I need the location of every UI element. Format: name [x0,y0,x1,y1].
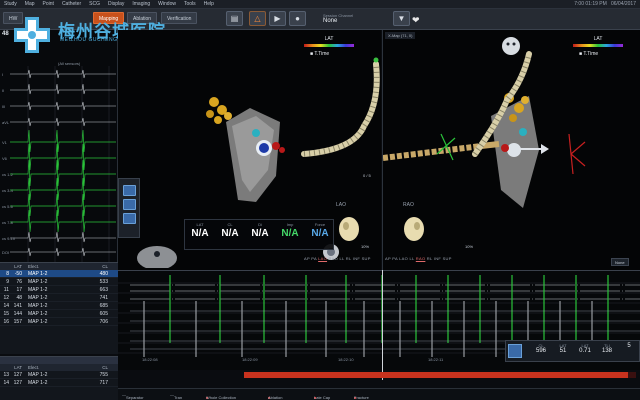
map-select-dropdown[interactable]: None [611,258,629,266]
time-label: 18:22:09 [242,357,258,362]
map-viewport-right[interactable]: X-Map (71, 0) LAT ■ T.Time RAO 10% None … [382,30,640,270]
menu-map[interactable]: Map [21,1,39,7]
record-icon[interactable]: ● [289,11,306,26]
menu-tools[interactable]: Tools [180,1,200,7]
lead-label: I [2,72,4,77]
menu-help[interactable]: Help [200,1,218,7]
capture-icon[interactable]: ▤ [226,11,243,26]
tab-verification[interactable]: Verification [161,12,198,24]
readout-field: LAT 51 [559,343,567,354]
recording-progress-bar[interactable] [244,372,636,378]
lead-label: cs 5-6 [2,204,13,209]
tool-select-icon[interactable] [123,185,136,196]
heart-thumbnail-icon [339,217,359,241]
table-header: LAT Elect. CL [0,364,118,371]
menu-scg[interactable]: SCG [85,1,104,7]
recording-progress-fill [244,372,629,378]
hospital-logo-icon [14,17,50,53]
tool-point-icon[interactable] [123,199,136,210]
table-row[interactable]: 15 144 MAP 1-2 605 [0,310,118,318]
opacity-pct: 10% [465,244,474,249]
table-row[interactable]: 9 76 MAP 1-2 533 [0,278,118,286]
heart-icon: ❤ [412,15,420,25]
dropdown-icon[interactable]: ▼ [393,11,410,26]
heart-thumbnail-icon [404,217,424,241]
points-table[interactable]: LAT Elect. CL 8 -50 MAP 1-2 480 9 76 MAP 1-2 5… [0,262,118,354]
menu-imaging[interactable]: Imaging [128,1,154,7]
view-tabs-right[interactable]: AP PA LAO LL RAO RL INF SUP [385,256,452,261]
view-tabs-left[interactable]: AP PA LAO RAO LL RL INF SUP [304,256,371,261]
menu-catheter[interactable]: Catheter [58,1,85,7]
tool-layer-icon[interactable] [123,213,136,224]
readout-field: CL 596 [535,343,546,354]
table-row[interactable]: 14 141 MAP 1-2 685 [0,302,118,310]
table-row[interactable]: 14 127 MAP 1-2 717 [0,379,118,387]
table-row[interactable]: 16 157 MAP 1-2 706 [0,318,118,326]
view-orientation-label: RAO [403,202,414,208]
lead-label: V6 [2,156,7,161]
annotation-overlay: LAT N/A CL N/A Di N/A Imp N/A Force N/A [184,219,334,250]
play-icon[interactable]: ▶ [269,11,286,26]
opacity-pct: 10% [361,244,370,249]
lead-label: DOI [2,250,10,255]
time-label: 18:22:08 [142,357,158,362]
legend-item: ― Tran [170,392,183,400]
lead-label: aVL [2,120,10,125]
table-toolbar [0,357,118,364]
table-row[interactable]: 13 127 MAP 1-2 755 [0,371,118,379]
measurement-readout: CL 596 LAT 51 LAT 0.71 TLI 138 5 [505,340,640,362]
left-ecg-panel[interactable]: 48 (All sensors) I II III aVL V1 V6 cs 1… [0,30,118,262]
annotation-column: Imp N/A [281,222,299,239]
annotation-column: Force N/A [311,222,329,239]
lead-label: cs 7-8 [2,220,13,225]
lead-label: cs 1-2 [2,172,13,177]
annotation-column: LAT N/A [191,222,209,239]
readout-icon[interactable] [508,344,522,358]
readout-field: LAT 0.71 [579,343,591,354]
time-label: 18:22:10 [338,357,354,362]
ablation-icon[interactable]: △ [249,11,266,26]
table-row[interactable]: 12 48 MAP 1-2 741 [0,294,118,302]
menu-bar: Study Map Point Catheter SCG Display Ima… [0,0,640,9]
table-row[interactable]: 11 17 MAP 1-2 663 [0,286,118,294]
annotation-column: Di N/A [251,222,269,239]
menu-study[interactable]: Study [0,1,21,7]
lead-label: cs 3-4 [2,188,13,193]
time-label: 18:22:11 [428,357,444,362]
orientation-widget[interactable] [132,238,182,268]
menu-display[interactable]: Display [104,1,128,7]
lead-label: V1 [2,140,7,145]
menu-point[interactable]: Point [39,1,58,7]
time-cursor[interactable] [382,270,383,380]
menu-window[interactable]: Window [154,1,180,7]
bottom-legend: ― Separator ― Tran ■ Whole Collection ■ … [118,388,640,400]
annotation-column: CL N/A [221,222,239,239]
readout-field: 5 [627,343,631,349]
map-tool-panel [118,178,140,238]
lead-label: III [2,104,6,109]
system-clock: 7:00 01:19 PM 06/04/2017 [574,1,636,7]
ecg-traces [10,66,116,262]
points-table-secondary[interactable]: LAT Elect. CL 13 127 MAP 1-2 755 14 127 MAP 1… [0,356,118,400]
session-channel[interactable]: Session Channel None [323,13,353,25]
lead-label: cs 9-10 [2,236,16,241]
legend-item: ― Separator [122,392,144,400]
fraction-label: 0 / 5 [363,173,371,178]
readout-field: TLI 138 [601,343,612,354]
table-header: LAT Elect. CL [0,263,118,270]
view-orientation-label: LAO [336,202,347,208]
table-row[interactable]: 8 -50 MAP 1-2 480 [0,270,118,278]
lead-label: II [2,88,5,93]
